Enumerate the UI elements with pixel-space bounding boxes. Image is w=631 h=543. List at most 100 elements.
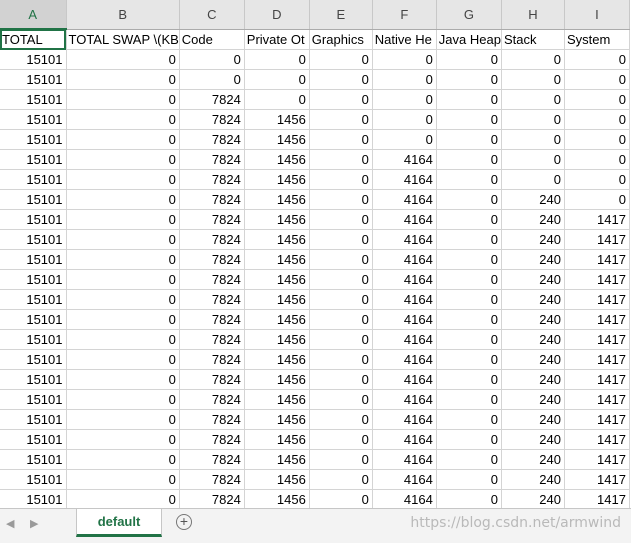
cell[interactable]: 0 [66,249,180,270]
cell[interactable]: 7824 [179,489,245,508]
cell[interactable]: 0 [436,49,502,70]
cell[interactable]: 0 [66,289,180,310]
cell[interactable]: 0 [244,89,310,110]
cell[interactable]: 0 [309,229,373,250]
cell[interactable]: 15101 [0,369,67,390]
cell[interactable]: 1417 [564,449,630,470]
cell[interactable]: 7824 [179,269,245,290]
cell[interactable]: 1456 [244,129,310,150]
cell[interactable]: 1417 [564,489,630,508]
cell[interactable]: 4164 [372,429,437,450]
cell[interactable]: 0 [436,329,502,350]
cell[interactable]: 1456 [244,249,310,270]
cell[interactable]: 1417 [564,469,630,490]
header-cell-e[interactable]: Graphics [309,29,373,50]
cell[interactable]: 1417 [564,369,630,390]
cell[interactable]: 240 [501,489,565,508]
cell[interactable]: 0 [66,429,180,450]
cell[interactable]: 0 [309,309,373,330]
cell[interactable]: 0 [436,489,502,508]
sheet-tab-default[interactable]: default [76,509,162,537]
cell[interactable]: 0 [66,449,180,470]
cell[interactable]: 1417 [564,409,630,430]
cell[interactable]: 0 [66,129,180,150]
cell[interactable]: 0 [179,49,245,70]
cell[interactable]: 0 [309,389,373,410]
cell[interactable]: 1456 [244,429,310,450]
cell[interactable]: 240 [501,309,565,330]
column-header-e[interactable]: E [309,0,373,30]
cell[interactable]: 7824 [179,169,245,190]
column-header-i[interactable]: I [564,0,630,30]
cell[interactable]: 1456 [244,389,310,410]
cell[interactable]: 0 [66,409,180,430]
cell[interactable]: 7824 [179,469,245,490]
cell[interactable]: 1417 [564,229,630,250]
cell[interactable]: 0 [436,409,502,430]
spreadsheet-grid[interactable]: ABCDEFGHI TOTAL TOTAL SWAP \(KB Code Privat… [0,0,631,508]
cell[interactable]: 240 [501,409,565,430]
column-header-h[interactable]: H [501,0,565,30]
cell[interactable]: 7824 [179,309,245,330]
cell[interactable]: 7824 [179,229,245,250]
cell[interactable]: 0 [309,109,373,130]
cell[interactable]: 240 [501,389,565,410]
cell[interactable]: 0 [436,429,502,450]
cell[interactable]: 7824 [179,89,245,110]
cell[interactable]: 15101 [0,169,67,190]
column-header-f[interactable]: F [372,0,437,30]
cell[interactable]: 0 [66,389,180,410]
cell[interactable]: 0 [436,109,502,130]
cell[interactable]: 4164 [372,149,437,170]
cell[interactable]: 15101 [0,69,67,90]
cell[interactable]: 0 [436,169,502,190]
cell[interactable]: 1417 [564,429,630,450]
cell[interactable]: 15101 [0,409,67,430]
cell[interactable]: 7824 [179,249,245,270]
cell[interactable]: 0 [66,469,180,490]
cell[interactable]: 0 [66,489,180,508]
cell[interactable]: 7824 [179,389,245,410]
cell[interactable]: 15101 [0,249,67,270]
cell[interactable]: 7824 [179,289,245,310]
cell[interactable]: 1456 [244,489,310,508]
header-cell-a[interactable]: TOTAL [0,29,67,50]
header-cell-h[interactable]: Stack [501,29,565,50]
cell[interactable]: 0 [372,49,437,70]
cell[interactable]: 1456 [244,469,310,490]
cell[interactable]: 4164 [372,449,437,470]
cell[interactable]: 7824 [179,369,245,390]
cell[interactable]: 0 [66,69,180,90]
cell[interactable]: 1417 [564,209,630,230]
cell[interactable]: 0 [501,109,565,130]
cell[interactable]: 4164 [372,489,437,508]
cell[interactable]: 240 [501,369,565,390]
cell[interactable]: 1417 [564,249,630,270]
cell[interactable]: 240 [501,269,565,290]
cell[interactable]: 0 [66,349,180,370]
cell[interactable]: 7824 [179,429,245,450]
cell[interactable]: 4164 [372,189,437,210]
header-cell-d[interactable]: Private Ot [244,29,310,50]
cell[interactable]: 0 [309,149,373,170]
cell[interactable]: 4164 [372,309,437,330]
cell[interactable]: 4164 [372,409,437,430]
cell[interactable]: 1456 [244,349,310,370]
cell[interactable]: 0 [436,89,502,110]
header-cell-c[interactable]: Code [179,29,245,50]
header-cell-g[interactable]: Java Heap [436,29,502,50]
cell[interactable]: 0 [436,229,502,250]
cell[interactable]: 0 [436,309,502,330]
cell[interactable]: 0 [501,69,565,90]
cell[interactable]: 15101 [0,389,67,410]
cell[interactable]: 4164 [372,469,437,490]
cell[interactable]: 0 [436,149,502,170]
cell[interactable]: 0 [372,69,437,90]
cell[interactable]: 0 [436,249,502,270]
cell[interactable]: 1456 [244,329,310,350]
cell[interactable]: 0 [309,49,373,70]
cell[interactable]: 1417 [564,269,630,290]
cell[interactable]: 0 [66,229,180,250]
cell[interactable]: 7824 [179,109,245,130]
cell[interactable]: 7824 [179,409,245,430]
